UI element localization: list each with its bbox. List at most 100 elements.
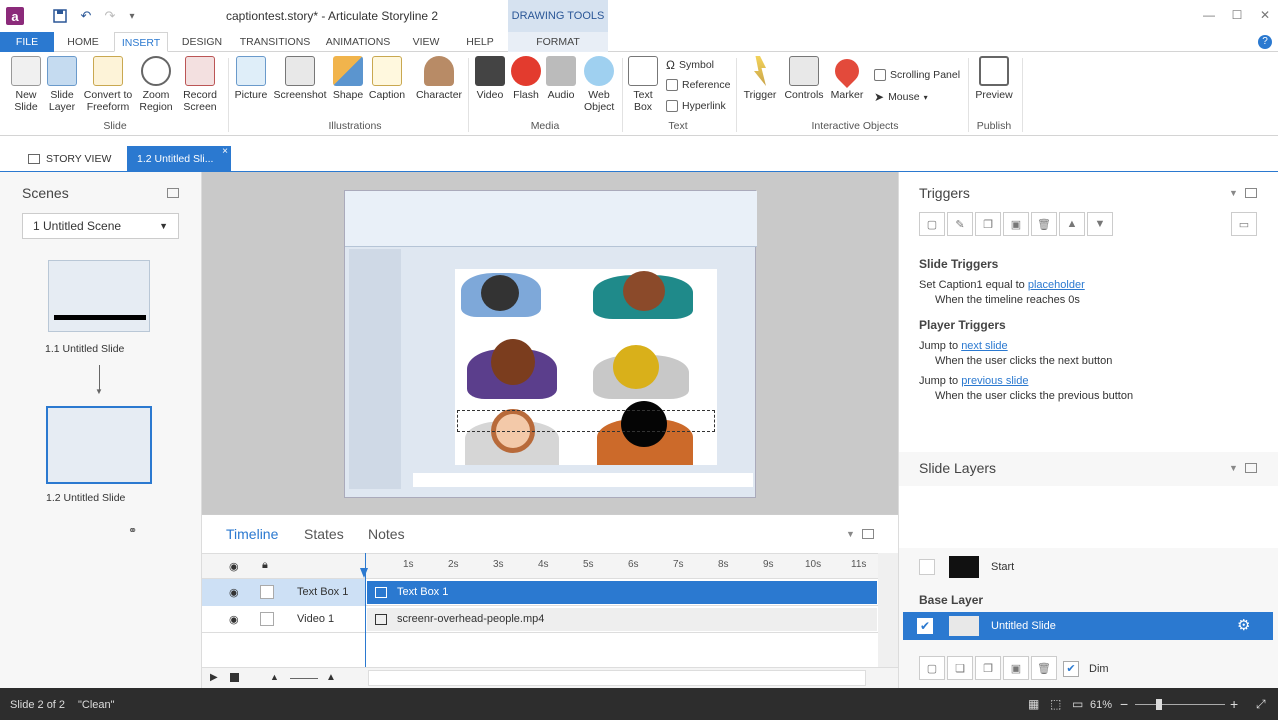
paste-icon[interactable]: ▣ [1003,656,1029,680]
text-box-button[interactable]: Text Box [626,56,660,113]
timeline-bar[interactable]: screenr-overhead-people.mp4 [367,608,877,631]
web-object-button[interactable]: Web Object [580,56,618,113]
fit-view-icon[interactable]: ⬚ [1050,697,1061,711]
lock-checkbox[interactable] [260,612,274,626]
gear-icon[interactable]: ⚙ [1237,616,1250,634]
move-down-icon[interactable]: ▼ [1087,212,1113,236]
shape-button[interactable]: Shape [330,56,366,101]
paste-icon[interactable]: ▣ [1003,212,1029,236]
maximize-icon[interactable]: ☐ [1228,8,1246,24]
eye-icon[interactable]: ◉ [229,613,239,626]
link-chain-icon[interactable]: ⚭ [128,524,137,537]
video-button[interactable]: Video [472,56,508,101]
lock-icon[interactable]: 🔒︎ [262,559,268,572]
slide-thumbnail-1[interactable] [48,260,150,332]
move-up-icon[interactable]: ▲ [1059,212,1085,236]
chevron-down-icon[interactable]: ▼ [1229,463,1238,473]
tab-file[interactable]: FILE [0,32,54,52]
eye-icon[interactable]: ◉ [229,560,239,573]
story-view-tab[interactable]: STORY VIEW [28,146,120,172]
tab-states[interactable]: States [304,526,344,542]
tab-format[interactable]: FORMAT [508,32,608,52]
trigger-link[interactable]: next slide [961,340,1007,352]
layer-name[interactable]: Start [991,561,1014,573]
picture-button[interactable]: Picture [232,56,270,101]
scene-dropdown[interactable]: 1 Untitled Scene ▼ [22,213,179,239]
slide-canvas[interactable] [344,190,757,498]
tab-insert[interactable]: INSERT [114,32,168,52]
hyperlink-button[interactable]: Hyperlink [666,100,726,112]
new-slide-button[interactable]: New Slide [6,56,46,113]
symbol-button[interactable]: Ω Symbol [666,58,714,72]
chevron-down-icon[interactable]: ▼ [1229,188,1238,198]
panel-float-icon[interactable] [1245,188,1257,198]
lock-checkbox[interactable] [260,585,274,599]
trigger-item[interactable]: Jump to next slide [919,340,1008,352]
grid-view-icon[interactable]: ▦ [1028,697,1039,711]
storyline-logo-icon[interactable]: a [6,7,24,25]
chevron-down-icon[interactable]: ▼ [846,529,855,539]
close-icon[interactable]: ✕ [1256,8,1274,24]
zoom-region-button[interactable]: Zoom Region [136,56,176,113]
trigger-item[interactable]: Jump to previous slide [919,375,1028,387]
new-layer-icon[interactable]: ▢ [919,656,945,680]
stop-icon[interactable] [230,673,239,682]
scrolling-panel-button[interactable]: Scrolling Panel [874,69,960,81]
dim-checkbox[interactable]: ✔ [1063,661,1079,677]
zoom-slider[interactable] [1135,704,1225,705]
tab-notes[interactable]: Notes [368,526,405,542]
customize-qat-icon[interactable]: ▾ [122,6,142,26]
tab-animations[interactable]: ANIMATIONS [320,32,396,52]
zoom-slider[interactable] [290,678,318,679]
convert-freeform-button[interactable]: Convert to Freeform [80,56,136,113]
normal-view-icon[interactable]: ▭ [1072,697,1083,711]
tab-transitions[interactable]: TRANSITIONS [236,32,314,52]
delete-icon[interactable]: 🗑︎ [1031,656,1057,680]
panel-float-icon[interactable] [167,188,179,198]
timeline-row[interactable]: ◉ Text Box 1 Text Box 1 [202,579,878,606]
slide-thumbnail-2[interactable] [46,406,152,484]
trigger-item[interactable]: Set Caption1 equal to placeholder [919,279,1085,291]
audio-button[interactable]: Audio [544,56,578,101]
tab-timeline[interactable]: Timeline [226,526,278,542]
copy-icon[interactable]: ❐ [975,212,1001,236]
undo-icon[interactable]: ↶ [76,6,96,26]
tab-home[interactable]: HOME [58,32,108,52]
zoom-in-icon[interactable]: ▲ [326,672,336,683]
play-icon[interactable]: ▶ [210,672,218,683]
trigger-link[interactable]: previous slide [961,375,1028,387]
panel-float-icon[interactable] [1245,463,1257,473]
vertical-scrollbar[interactable] [878,553,898,667]
eye-icon[interactable]: ◉ [229,586,239,599]
new-trigger-icon[interactable]: ▢ [919,212,945,236]
zoom-in-icon[interactable]: + [1230,696,1238,712]
controls-button[interactable]: Controls [782,56,826,101]
zoom-out-icon[interactable]: − [1120,696,1128,712]
video-frame[interactable] [455,269,717,465]
tab-help[interactable]: HELP [458,32,502,52]
zoom-out-icon[interactable]: ▲ [270,672,279,682]
save-icon[interactable] [50,6,70,26]
fit-window-icon[interactable]: ⤢ [1256,697,1266,712]
record-screen-button[interactable]: Record Screen [178,56,222,113]
copy-icon[interactable]: ❐ [975,656,1001,680]
screenshot-button[interactable]: Screenshot [272,56,328,101]
trigger-link[interactable]: placeholder [1028,279,1085,291]
redo-icon[interactable]: ↷ [100,6,120,26]
tab-view[interactable]: VIEW [404,32,448,52]
panel-float-icon[interactable] [862,529,874,539]
flash-button[interactable]: Flash [510,56,542,101]
marker-button[interactable]: Marker [828,54,866,101]
slide-layer-button[interactable]: Slide Layer [46,56,78,113]
reference-button[interactable]: Reference [666,79,730,91]
help-icon[interactable]: ? [1258,35,1272,49]
mouse-button[interactable]: ➤ Mouse ▾ [874,90,928,104]
caption-button[interactable]: Caption [366,56,408,101]
delete-icon[interactable]: 🗑︎ [1031,212,1057,236]
trigger-button[interactable]: Trigger [740,56,780,101]
duplicate-layer-icon[interactable]: ❏ [947,656,973,680]
timeline-row[interactable]: ◉ Video 1 screenr-overhead-people.mp4 [202,606,878,633]
preview-button[interactable]: Preview [972,56,1016,101]
timeline-bar[interactable]: Text Box 1 [367,581,877,604]
edit-trigger-icon[interactable]: ✎ [947,212,973,236]
